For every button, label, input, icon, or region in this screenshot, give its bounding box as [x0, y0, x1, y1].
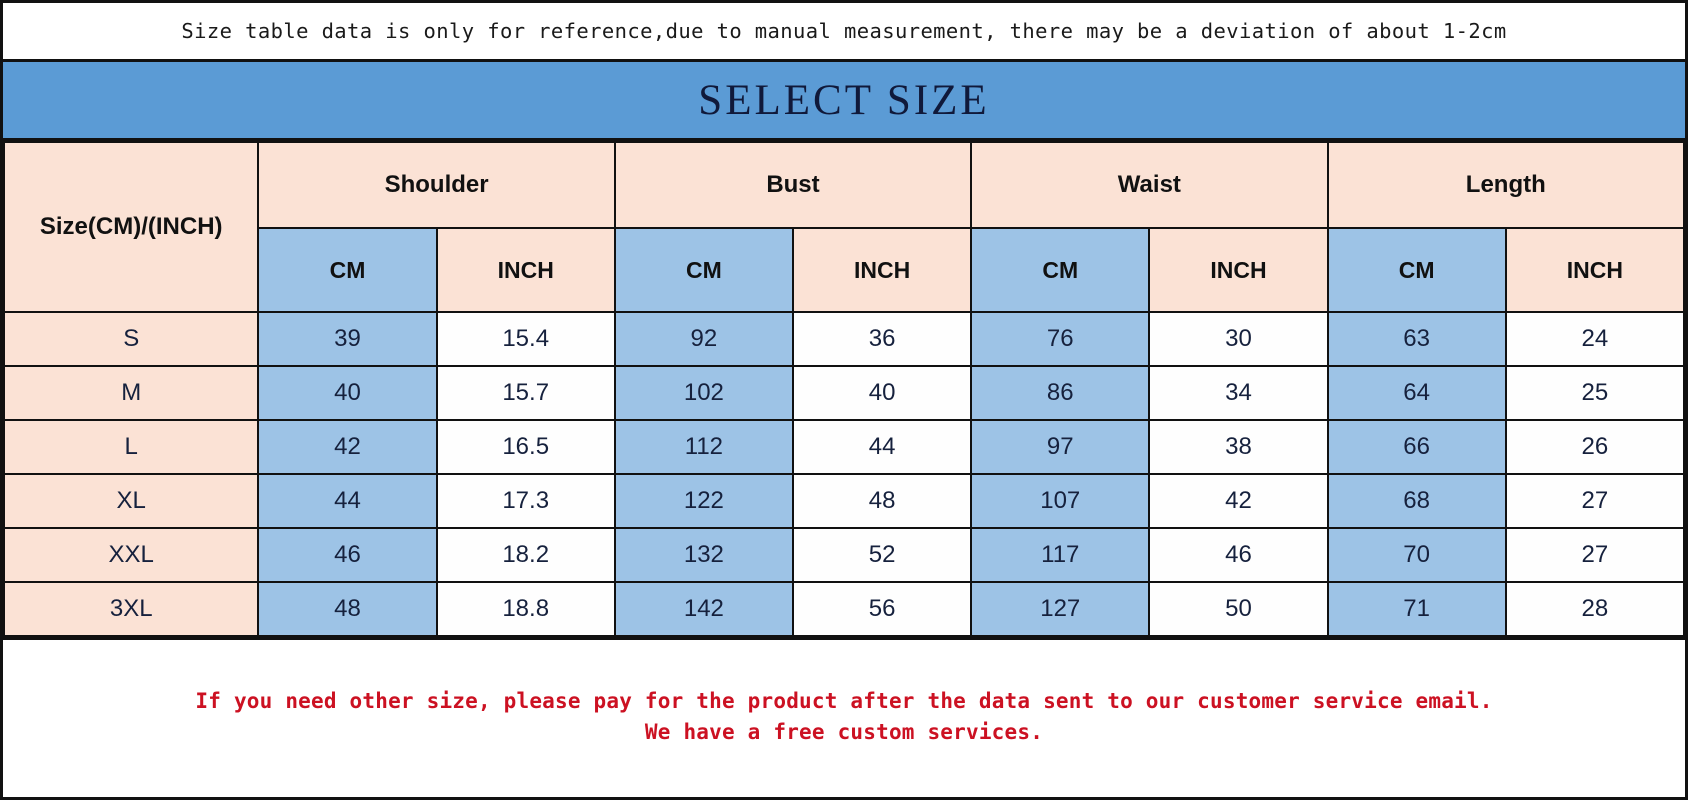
unit-header-shoulder-cm: CM	[257, 227, 438, 313]
cell-bust-cm: 102	[613, 365, 794, 421]
cell-length-inch: 27	[1504, 473, 1686, 529]
cell-waist-inch: 46	[1148, 527, 1329, 583]
table-row: XXL 46 18.2 132 52 117 46 70 27	[2, 527, 1686, 583]
unit-header-length-cm: CM	[1326, 227, 1507, 313]
page-title: SELECT SIZE	[698, 76, 990, 124]
cell-waist-cm: 127	[970, 581, 1151, 637]
cell-length-inch: 24	[1504, 311, 1686, 367]
cell-shoulder-cm: 48	[257, 581, 438, 637]
title-banner: SELECT SIZE	[0, 62, 1688, 141]
cell-bust-cm: 122	[613, 473, 794, 529]
cell-length-inch: 26	[1504, 419, 1686, 475]
cell-bust-inch: 36	[791, 311, 973, 367]
cell-length-inch: 28	[1504, 581, 1686, 637]
custom-size-note: If you need other size, please pay for t…	[0, 640, 1688, 800]
cell-waist-cm: 107	[970, 473, 1151, 529]
cell-waist-inch: 50	[1148, 581, 1329, 637]
cell-waist-inch: 30	[1148, 311, 1329, 367]
size-name-cell: 3XL	[2, 581, 260, 637]
cell-shoulder-cm: 42	[257, 419, 438, 475]
cell-shoulder-inch: 15.7	[435, 365, 616, 421]
table-row: M 40 15.7 102 40 86 34 64 25	[2, 365, 1686, 421]
cell-bust-cm: 142	[613, 581, 794, 637]
disclaimer-bar: Size table data is only for reference,du…	[0, 0, 1688, 62]
table-row: 3XL 48 18.8 142 56 127 50 71 28	[2, 581, 1686, 637]
cell-length-cm: 66	[1326, 419, 1507, 475]
size-chart-page: Size table data is only for reference,du…	[0, 0, 1688, 800]
unit-header-length-inch: INCH	[1504, 227, 1686, 313]
note-line-1: If you need other size, please pay for t…	[195, 689, 1493, 714]
group-header-length: Length	[1326, 141, 1686, 229]
cell-shoulder-inch: 18.2	[435, 527, 616, 583]
cell-shoulder-inch: 15.4	[435, 311, 616, 367]
unit-header-bust-cm: CM	[613, 227, 794, 313]
size-name-cell: XXL	[2, 527, 260, 583]
header-row-groups: Size(CM)/(INCH) Shoulder Bust Waist Length	[2, 141, 1686, 313]
cell-waist-inch: 34	[1148, 365, 1329, 421]
table-row: L 42 16.5 112 44 97 38 66 26	[2, 419, 1686, 475]
cell-bust-inch: 48	[791, 473, 973, 529]
cell-waist-cm: 97	[970, 419, 1151, 475]
cell-bust-inch: 44	[791, 419, 973, 475]
cell-bust-cm: 112	[613, 419, 794, 475]
cell-length-cm: 68	[1326, 473, 1507, 529]
unit-header-bust-inch: INCH	[791, 227, 973, 313]
unit-header-shoulder-inch: INCH	[435, 227, 616, 313]
cell-length-inch: 25	[1504, 365, 1686, 421]
cell-length-cm: 70	[1326, 527, 1507, 583]
group-header-shoulder: Shoulder	[257, 141, 616, 229]
cell-length-cm: 71	[1326, 581, 1507, 637]
group-header-bust: Bust	[613, 141, 973, 229]
cell-waist-cm: 76	[970, 311, 1151, 367]
cell-bust-cm: 132	[613, 527, 794, 583]
table-row: S 39 15.4 92 36 76 30 63 24	[2, 311, 1686, 367]
cell-bust-inch: 52	[791, 527, 973, 583]
size-name-cell: M	[2, 365, 260, 421]
cell-length-cm: 63	[1326, 311, 1507, 367]
cell-shoulder-cm: 40	[257, 365, 438, 421]
cell-shoulder-cm: 44	[257, 473, 438, 529]
size-table: Size(CM)/(INCH) Shoulder Bust Waist Length CM…	[2, 141, 1686, 637]
cell-length-inch: 27	[1504, 527, 1686, 583]
cell-shoulder-inch: 17.3	[435, 473, 616, 529]
cell-shoulder-cm: 39	[257, 311, 438, 367]
cell-shoulder-inch: 18.8	[435, 581, 616, 637]
unit-header-waist-inch: INCH	[1148, 227, 1329, 313]
cell-shoulder-inch: 16.5	[435, 419, 616, 475]
cell-bust-inch: 40	[791, 365, 973, 421]
cell-bust-inch: 56	[791, 581, 973, 637]
cell-shoulder-cm: 46	[257, 527, 438, 583]
cell-length-cm: 64	[1326, 365, 1507, 421]
size-name-cell: S	[2, 311, 260, 367]
cell-waist-cm: 117	[970, 527, 1151, 583]
unit-header-waist-cm: CM	[970, 227, 1151, 313]
size-table-container: Size(CM)/(INCH) Shoulder Bust Waist Length CM…	[0, 141, 1688, 640]
cell-waist-inch: 38	[1148, 419, 1329, 475]
disclaimer-text: Size table data is only for reference,du…	[181, 19, 1507, 43]
size-name-cell: L	[2, 419, 260, 475]
cell-bust-cm: 92	[613, 311, 794, 367]
cell-waist-inch: 42	[1148, 473, 1329, 529]
cell-waist-cm: 86	[970, 365, 1151, 421]
size-name-cell: XL	[2, 473, 260, 529]
group-header-waist: Waist	[970, 141, 1329, 229]
size-column-header: Size(CM)/(INCH)	[2, 141, 260, 313]
table-row: XL 44 17.3 122 48 107 42 68 27	[2, 473, 1686, 529]
note-line-2: We have a free custom services.	[644, 719, 1044, 744]
